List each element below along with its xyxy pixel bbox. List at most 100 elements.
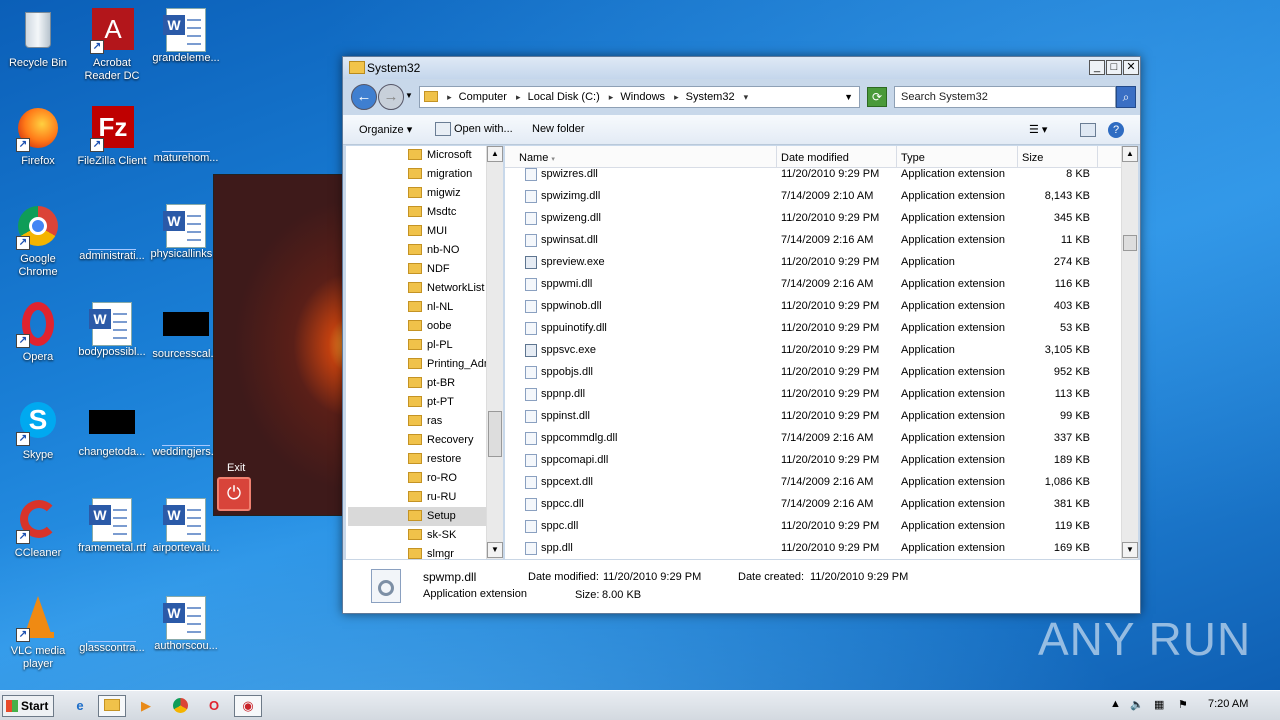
scroll-thumb[interactable]	[488, 411, 502, 457]
desktop-icon-file[interactable]: W grandeleme...	[148, 6, 224, 65]
address-bar[interactable]: ▸ Computer ▸ Local Disk (C:) ▸ Windows ▸…	[419, 86, 860, 108]
help-icon[interactable]: ?	[1108, 122, 1124, 138]
file-row[interactable]: sppwmi.dll 7/14/2009 2:16 AM Application e…	[505, 273, 1121, 295]
open-with-button[interactable]: Open with...	[454, 123, 513, 135]
desktop-icon-vlc[interactable]: ↗ VLC media player	[0, 594, 76, 671]
media-player-icon[interactable]: ▶	[132, 695, 160, 717]
desktop-icon-skype[interactable]: S ↗ Skype	[0, 398, 76, 462]
column-header-name[interactable]: Name ▾	[505, 146, 777, 168]
action-center-flag-icon[interactable]: ⚑	[1178, 698, 1188, 711]
speaker-icon[interactable]: 🔈	[1130, 698, 1144, 711]
back-button[interactable]: ←	[351, 84, 377, 110]
breadcrumb-system32[interactable]: System32	[686, 87, 735, 107]
column-header-date[interactable]: Date modified	[777, 146, 897, 168]
nav-folder-item[interactable]: nb-NO	[408, 241, 490, 260]
file-row[interactable]: spwizeng.dll 11/20/2010 9:29 PM Applicatio…	[505, 207, 1121, 229]
file-row[interactable]: sppwinob.dll 11/20/2010 9:29 PM Applicatio…	[505, 295, 1121, 317]
nav-folder-item[interactable]: MUI	[408, 222, 490, 241]
show-hidden-icons[interactable]: ▲	[1110, 698, 1121, 710]
desktop-icon-recycle-bin[interactable]: Recycle Bin	[0, 6, 76, 70]
desktop-icon-file[interactable]: changetoda...	[74, 398, 150, 459]
opera-icon[interactable]: O	[200, 695, 228, 717]
title-bar[interactable]: System32 _ □ ✕	[343, 57, 1140, 79]
scroll-up-button[interactable]: ▲	[487, 146, 503, 162]
file-row[interactable]: sppobjs.dll 11/20/2010 9:29 PM Application…	[505, 361, 1121, 383]
file-row[interactable]: sppc.dll 11/20/2010 9:29 PM Application ex…	[505, 515, 1121, 537]
new-folder-button[interactable]: New folder	[532, 123, 585, 135]
refresh-button[interactable]: ⟳	[867, 87, 887, 107]
nav-folder-item[interactable]: Microsoft	[408, 146, 490, 165]
file-row[interactable]: sppinst.dll 11/20/2010 9:29 PM Application…	[505, 405, 1121, 427]
recorder-icon[interactable]: ◉	[234, 695, 262, 717]
nav-folder-item[interactable]: ras	[408, 412, 490, 431]
network-icon[interactable]: ▦	[1154, 698, 1164, 711]
desktop-icon-ccleaner[interactable]: ↗ CCleaner	[0, 496, 76, 560]
column-header-size[interactable]: Size	[1018, 146, 1098, 168]
file-row[interactable]: spwinsat.dll 7/14/2009 2:16 AM Application…	[505, 229, 1121, 251]
preview-pane-icon[interactable]	[1080, 123, 1096, 137]
nav-folder-item[interactable]: pl-PL	[408, 336, 490, 355]
desktop-icon-opera[interactable]: ↗ Opera	[0, 300, 76, 364]
file-row[interactable]: sppsvc.exe 11/20/2010 9:29 PM Application 3…	[505, 339, 1121, 361]
nav-folder-item[interactable]: Setup	[348, 507, 490, 526]
nav-folder-item[interactable]: ru-RU	[408, 488, 490, 507]
file-row[interactable]: spwizres.dll 11/20/2010 9:29 PM Applicatio…	[505, 168, 1121, 185]
file-row[interactable]: sppcomapi.dll 11/20/2010 9:29 PM Applicati…	[505, 449, 1121, 471]
breadcrumb-separator[interactable]: ▸	[674, 87, 679, 107]
search-button[interactable]: ⌕	[1116, 86, 1136, 108]
file-row[interactable]: spwizimg.dll 7/14/2009 2:10 AM Application…	[505, 185, 1121, 207]
column-header-type[interactable]: Type	[897, 146, 1018, 168]
nav-folder-item[interactable]: migwiz	[408, 184, 490, 203]
close-button[interactable]: ✕	[1123, 60, 1139, 75]
nav-folder-item[interactable]: NetworkList	[408, 279, 490, 298]
nav-folder-item[interactable]: Msdtc	[408, 203, 490, 222]
desktop-icon-file[interactable]: glasscontra...	[74, 594, 150, 655]
file-row[interactable]: sppcext.dll 7/14/2009 2:16 AM Application …	[505, 471, 1121, 493]
desktop-icon-file[interactable]: administrati...	[74, 202, 150, 263]
maximize-button[interactable]: □	[1106, 60, 1122, 75]
chrome-icon[interactable]	[166, 695, 194, 717]
minimize-button[interactable]: _	[1089, 60, 1105, 75]
nav-folder-item[interactable]: Printing_Adm	[408, 355, 490, 374]
organize-button[interactable]: Organize ▾	[359, 123, 412, 136]
scroll-down-button[interactable]: ▼	[1122, 542, 1138, 558]
forward-button[interactable]: →	[378, 84, 404, 110]
file-row[interactable]: spreview.exe 11/20/2010 9:29 PM Applicatio…	[505, 251, 1121, 273]
file-list-scrollbar[interactable]: ▲ ▼	[1121, 146, 1138, 559]
nav-folder-item[interactable]: Recovery	[408, 431, 490, 450]
ie-icon[interactable]: e	[66, 695, 94, 717]
file-row[interactable]: sppnp.dll 11/20/2010 9:29 PM Application e…	[505, 383, 1121, 405]
nav-folder-item[interactable]: migration	[408, 165, 490, 184]
file-row[interactable]: spp.dll 11/20/2010 9:29 PM Application ext…	[505, 537, 1121, 559]
breadcrumb-windows[interactable]: Windows	[620, 87, 665, 107]
desktop-icon-file[interactable]: maturehom...	[148, 104, 224, 165]
nav-scrollbar[interactable]: ▲ ▼	[486, 146, 503, 559]
start-button[interactable]: Start	[2, 695, 54, 717]
breadcrumb-computer[interactable]: Computer	[459, 87, 507, 107]
desktop-icon-acrobat[interactable]: A ↗ Acrobat Reader DC	[74, 6, 150, 83]
scroll-down-button[interactable]: ▼	[487, 542, 503, 558]
file-row[interactable]: sppcc.dll 7/14/2009 2:16 AM Application ex…	[505, 493, 1121, 515]
desktop-icon-chrome[interactable]: ↗ Google Chrome	[0, 202, 76, 279]
scroll-thumb[interactable]	[1123, 235, 1137, 251]
file-row[interactable]: sppcommdlg.dll 7/14/2009 2:16 AM Applicati…	[505, 427, 1121, 449]
clock[interactable]: 7:20 AM	[1208, 698, 1248, 710]
desktop-icon-file[interactable]: W framemetal.rtf	[74, 496, 150, 555]
breadcrumb-separator[interactable]: ▸	[516, 87, 521, 107]
recent-pages-dropdown[interactable]: ▼	[405, 91, 413, 100]
nav-folder-item[interactable]: oobe	[408, 317, 490, 336]
nav-folder-item[interactable]: nl-NL	[408, 298, 490, 317]
nav-folder-item[interactable]: ro-RO	[408, 469, 490, 488]
search-input[interactable]: Search System32	[894, 86, 1116, 108]
nav-folder-item[interactable]: NDF	[408, 260, 490, 279]
desktop-icon-firefox[interactable]: ↗ Firefox	[0, 104, 76, 168]
nav-folder-item[interactable]: sk-SK	[408, 526, 490, 545]
desktop-icon-file[interactable]: W bodypossibl...	[74, 300, 150, 359]
exit-button[interactable]: ⏻	[217, 477, 251, 511]
desktop-icon-filezilla[interactable]: Fz ↗ FileZilla Client	[74, 104, 150, 168]
address-dropdown[interactable]: ▼	[844, 87, 853, 107]
nav-folder-item[interactable]: pt-BR	[408, 374, 490, 393]
breadcrumb-separator[interactable]: ▾	[744, 87, 749, 107]
scroll-up-button[interactable]: ▲	[1122, 146, 1138, 162]
breadcrumb-local-disk[interactable]: Local Disk (C:)	[528, 87, 600, 107]
